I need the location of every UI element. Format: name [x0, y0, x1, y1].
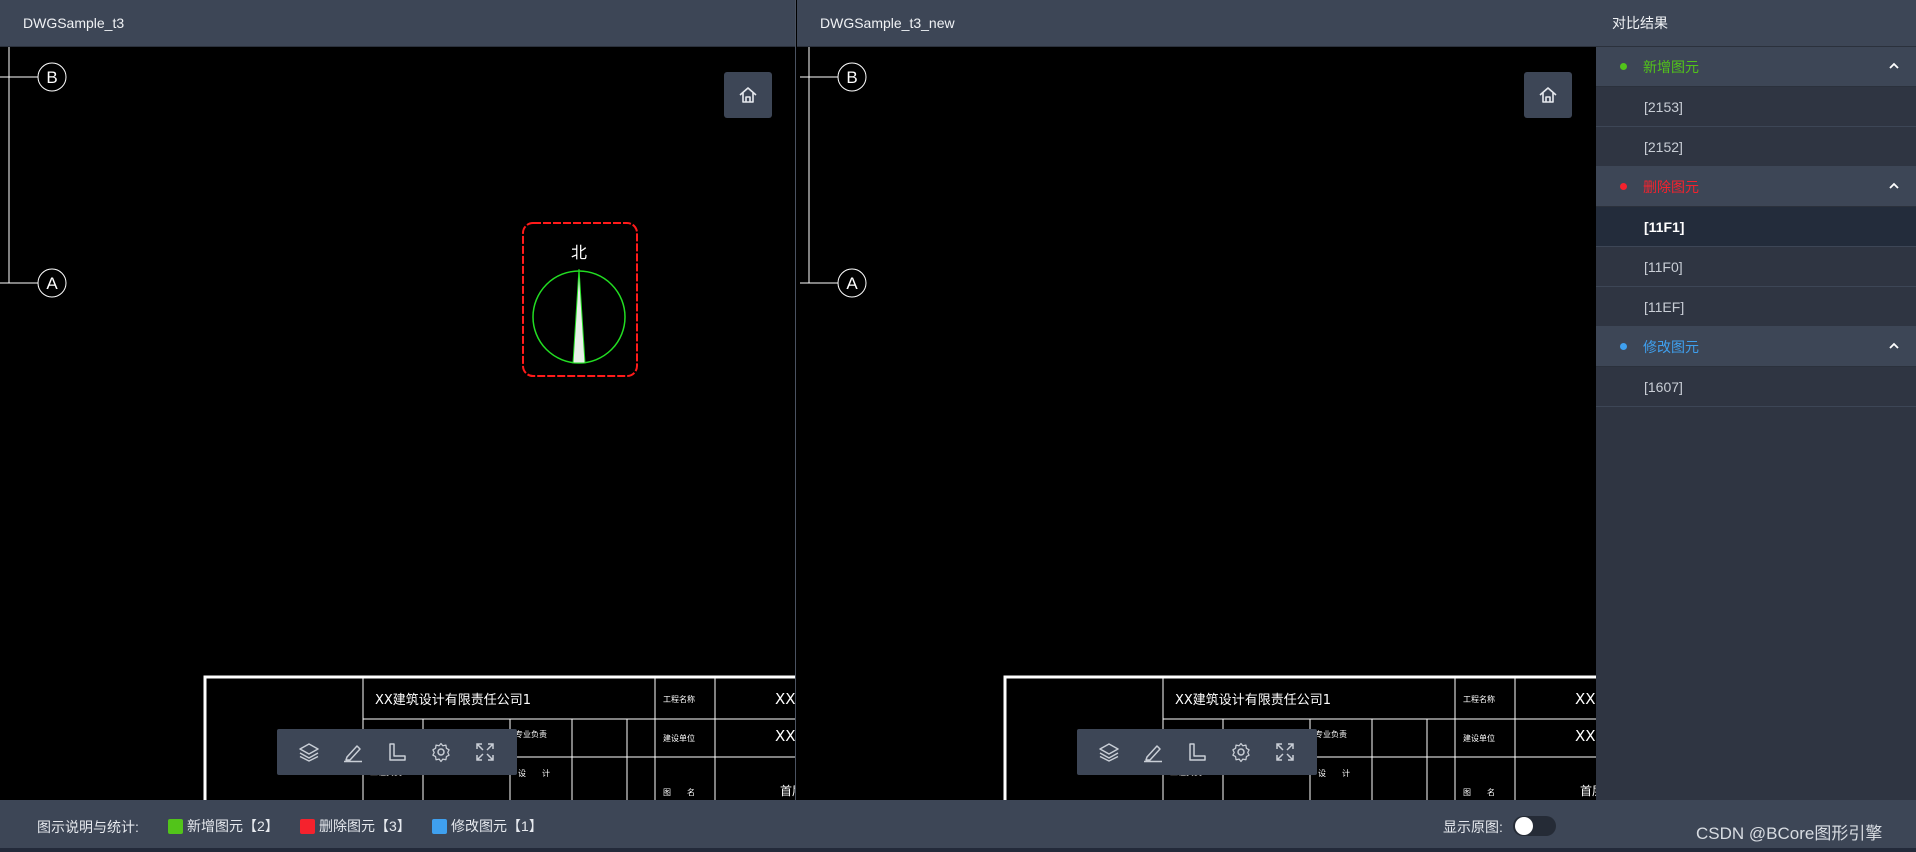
right-drawing-svg: B A XX建筑设计有限责任公司1 工程名称 XX 建设单位 XX 专业负责 设… — [800, 47, 1596, 800]
layers-icon — [1099, 743, 1119, 762]
title-block-client-value: XX — [775, 727, 796, 745]
added-dot-icon — [1620, 63, 1627, 70]
home-icon — [739, 87, 757, 103]
left-pane-title: DWGSample_t3 — [0, 0, 795, 47]
pen-icon — [344, 745, 362, 763]
title-block-company: XX建筑设计有限责任公司1 — [1175, 692, 1331, 708]
north-arrow-symbol: 北 — [522, 222, 638, 377]
right-drawing-canvas[interactable]: B A XX建筑设计有限责任公司1 工程名称 XX 建设单位 XX 专业负责 设… — [797, 47, 1596, 800]
list-item[interactable]: [2153] — [1596, 87, 1916, 127]
list-item-selected[interactable]: [11F1] — [1596, 207, 1916, 247]
fullscreen-icon — [476, 743, 494, 761]
title-block-design-label: 设 计 — [1318, 768, 1350, 778]
title-block-drawing-value: 首层 — [780, 784, 796, 798]
group-modified[interactable]: 修改图元 — [1596, 327, 1916, 367]
chevron-up-icon — [1889, 182, 1899, 189]
gear-icon — [432, 742, 450, 763]
legend-title: 图示说明与统计: — [37, 819, 139, 835]
show-original-toggle[interactable] — [1513, 816, 1556, 836]
gear-icon — [1232, 742, 1250, 763]
left-layers-button[interactable] — [294, 737, 324, 767]
right-fullscreen-button[interactable] — [1270, 737, 1300, 767]
measure-icon — [1189, 743, 1206, 761]
title-block-discipline-label: 专业负责 — [515, 729, 547, 739]
title-block-drawing-label: 图 名 — [663, 787, 695, 797]
title-block-project-value: XX — [1575, 690, 1596, 708]
toggle-knob — [1515, 817, 1533, 835]
title-block-drawing-label: 图 名 — [1463, 787, 1495, 797]
title-block-company: XX建筑设计有限责任公司1 — [375, 692, 531, 708]
right-settings-button[interactable] — [1226, 737, 1256, 767]
title-block-project-value: XX — [775, 690, 796, 708]
left-settings-button[interactable] — [426, 737, 456, 767]
left-viewer-pane[interactable]: DWGSample_t3 B A 北 XX建筑设计有限责任公司1 工程名称 XX… — [0, 0, 796, 800]
legend-deleted: 删除图元【3】 — [300, 816, 411, 836]
comparison-results-panel: 对比结果 新增图元 [2153] [2152] 删除图元 [11F1] [11F… — [1596, 0, 1916, 800]
title-block-project-label: 工程名称 — [663, 694, 695, 704]
deleted-swatch-icon — [300, 818, 315, 834]
left-home-button[interactable] — [724, 72, 772, 118]
legend-added: 新增图元【2】 — [168, 816, 279, 836]
north-label: 北 — [571, 243, 587, 262]
legend-status-bar: 图示说明与统计: 新增图元【2】 删除图元【3】 修改图元【1】 显示原图: C… — [0, 800, 1916, 852]
legend-deleted-label: 删除图元【3】 — [319, 818, 411, 834]
show-original-label: 显示原图: — [1443, 819, 1503, 835]
group-modified-label: 修改图元 — [1643, 338, 1699, 355]
group-added[interactable]: 新增图元 — [1596, 47, 1916, 87]
legend-modified: 修改图元【1】 — [432, 816, 543, 836]
chevron-up-icon — [1889, 342, 1899, 349]
right-home-button[interactable] — [1524, 72, 1572, 118]
left-annotate-button[interactable] — [338, 737, 368, 767]
list-item[interactable]: [1607] — [1596, 367, 1916, 407]
legend-modified-label: 修改图元【1】 — [451, 818, 543, 834]
north-arrow-needle — [572, 268, 586, 364]
list-item[interactable]: [11EF] — [1596, 287, 1916, 327]
group-deleted[interactable]: 删除图元 — [1596, 167, 1916, 207]
fullscreen-icon — [1276, 743, 1294, 761]
left-drawing-canvas[interactable]: B A 北 XX建筑设计有限责任公司1 工程名称 XX 建设单位 XX 专业负责… — [0, 47, 795, 800]
right-measure-button[interactable] — [1182, 737, 1212, 767]
left-toolbar — [277, 729, 517, 775]
left-drawing-svg: B A 北 XX建筑设计有限责任公司1 工程名称 XX 建设单位 XX 专业负责… — [0, 47, 796, 800]
added-swatch-icon — [168, 818, 183, 834]
list-item[interactable]: [2152] — [1596, 127, 1916, 167]
title-block-client-label: 建设单位 — [1463, 733, 1495, 743]
layers-icon — [299, 743, 319, 762]
home-icon — [1539, 87, 1557, 103]
title-block-client-value: XX — [1575, 727, 1596, 745]
right-toolbar — [1077, 729, 1317, 775]
pen-icon — [1144, 745, 1162, 763]
right-layers-button[interactable] — [1094, 737, 1124, 767]
group-deleted-label: 删除图元 — [1643, 178, 1699, 195]
right-pane-title: DWGSample_t3_new — [797, 0, 1596, 47]
group-added-label: 新增图元 — [1643, 58, 1699, 75]
legend-added-label: 新增图元【2】 — [187, 818, 279, 834]
title-block-drawing-value: 首层 — [1580, 784, 1596, 798]
right-annotate-button[interactable] — [1138, 737, 1168, 767]
measure-icon — [389, 743, 406, 761]
title-block-project-label: 工程名称 — [1463, 694, 1495, 704]
modified-swatch-icon — [432, 818, 447, 834]
title-block-client-label: 建设单位 — [663, 733, 695, 743]
title-block-design-label: 设 计 — [518, 768, 550, 778]
modified-dot-icon — [1620, 343, 1627, 350]
chevron-up-icon — [1889, 62, 1899, 69]
axis-label-b: B — [846, 68, 857, 87]
title-block-discipline-label: 专业负责 — [1315, 729, 1347, 739]
deleted-dot-icon — [1620, 183, 1627, 190]
axis-label-b: B — [46, 68, 57, 87]
left-measure-button[interactable] — [382, 737, 412, 767]
watermark: CSDN @BCore图形引擎 — [1696, 824, 1883, 843]
right-viewer-pane[interactable]: DWGSample_t3_new B A XX建筑设计有限责任公司1 工程名称 … — [797, 0, 1596, 800]
list-item[interactable]: [11F0] — [1596, 247, 1916, 287]
left-fullscreen-button[interactable] — [470, 737, 500, 767]
side-panel-title: 对比结果 — [1596, 0, 1916, 47]
axis-label-a: A — [846, 274, 858, 293]
axis-label-a: A — [46, 274, 58, 293]
